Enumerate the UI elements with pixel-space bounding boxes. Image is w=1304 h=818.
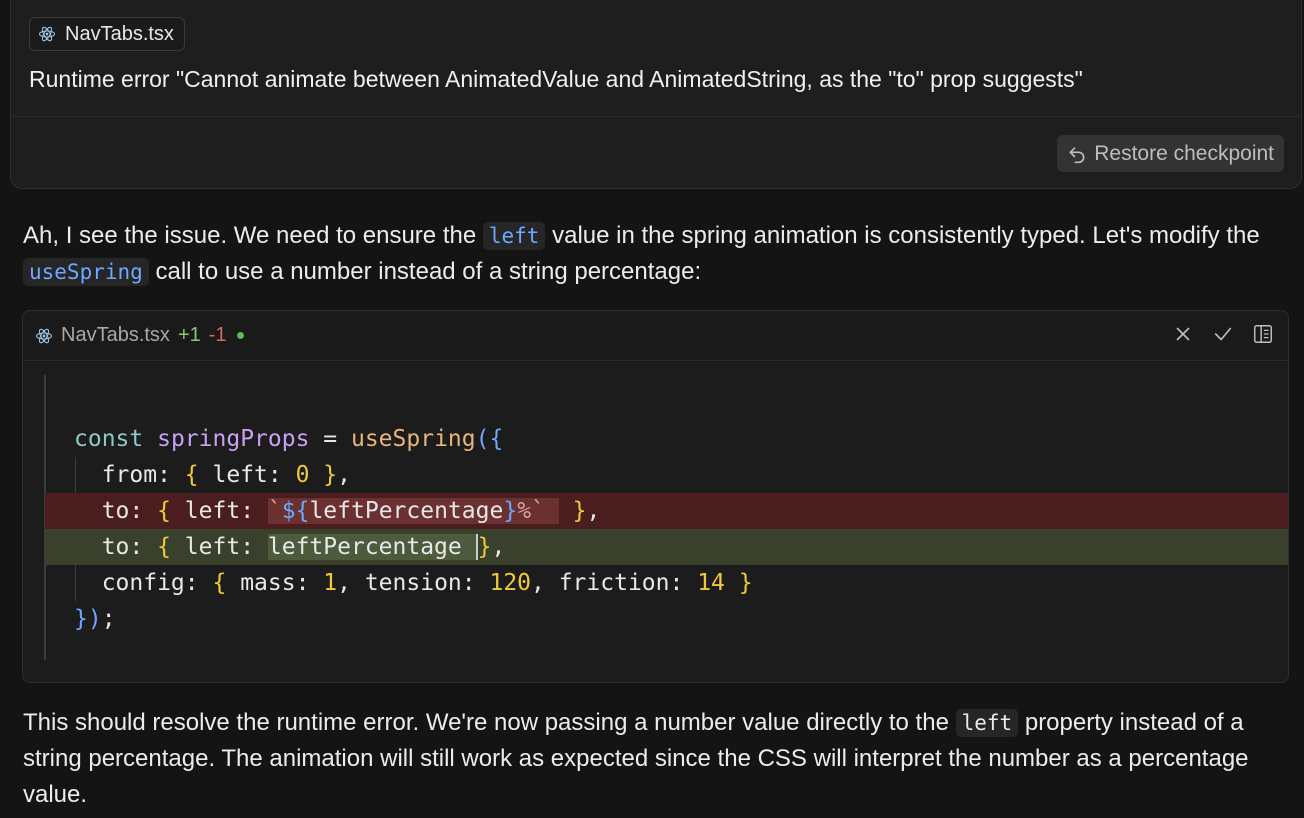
code-line-2: from: { left: 0 }, bbox=[74, 462, 352, 488]
code-actions bbox=[1172, 323, 1274, 345]
restore-checkpoint-label: Restore checkpoint bbox=[1094, 141, 1274, 165]
file-chip[interactable]: NavTabs.tsx bbox=[29, 17, 185, 51]
assistant-paragraph-2: This should resolve the runtime error. W… bbox=[23, 705, 1295, 813]
code-line-removed: to: { left: `${leftPercentage}%` }, bbox=[45, 493, 1288, 529]
inline-code-left: left bbox=[955, 709, 1019, 737]
react-icon bbox=[35, 328, 53, 343]
restore-checkpoint-button[interactable]: Restore checkpoint bbox=[1057, 135, 1284, 172]
text-run: call to use a number instead of a string… bbox=[148, 258, 702, 285]
text-run: value in the spring animation is consist… bbox=[545, 222, 1260, 249]
code-line-added: to: { left: leftPercentage }, bbox=[45, 529, 1288, 565]
code-block-header: NavTabs.tsx +1 -1 bbox=[23, 311, 1288, 361]
divider bbox=[11, 116, 1301, 117]
code-area[interactable]: const springProps = useSpring({ from: { … bbox=[23, 362, 1288, 682]
file-chip-label: NavTabs.tsx bbox=[65, 22, 174, 45]
user-message-text: Runtime error "Cannot animate between An… bbox=[29, 66, 1083, 92]
code-line-5: config: { mass: 1, tension: 120, frictio… bbox=[74, 570, 753, 596]
modified-dot bbox=[236, 332, 244, 339]
text-run: Ah, I see the issue. We need to ensure t… bbox=[23, 222, 483, 249]
lines-added: +1 bbox=[177, 324, 201, 346]
inline-code-usespring: useSpring bbox=[23, 258, 149, 286]
user-message-card: NavTabs.tsx Runtime error "Cannot animat… bbox=[10, 0, 1302, 189]
check-icon[interactable] bbox=[1212, 323, 1234, 345]
panel-icon[interactable] bbox=[1252, 323, 1274, 345]
undo-icon bbox=[1069, 146, 1085, 163]
inline-code-left: left bbox=[482, 222, 546, 250]
code-filename[interactable]: NavTabs.tsx bbox=[61, 324, 170, 347]
code-diff-block: NavTabs.tsx +1 -1 const springProps = us… bbox=[22, 310, 1289, 683]
close-icon[interactable] bbox=[1172, 323, 1194, 345]
assistant-paragraph-1: Ah, I see the issue. We need to ensure t… bbox=[23, 218, 1295, 290]
code-line-6: }); bbox=[74, 606, 116, 632]
react-icon bbox=[38, 26, 56, 42]
code-line-1: const springProps = useSpring({ bbox=[74, 426, 504, 452]
text-run: This should resolve the runtime error. W… bbox=[23, 709, 956, 736]
lines-removed: -1 bbox=[208, 324, 227, 346]
